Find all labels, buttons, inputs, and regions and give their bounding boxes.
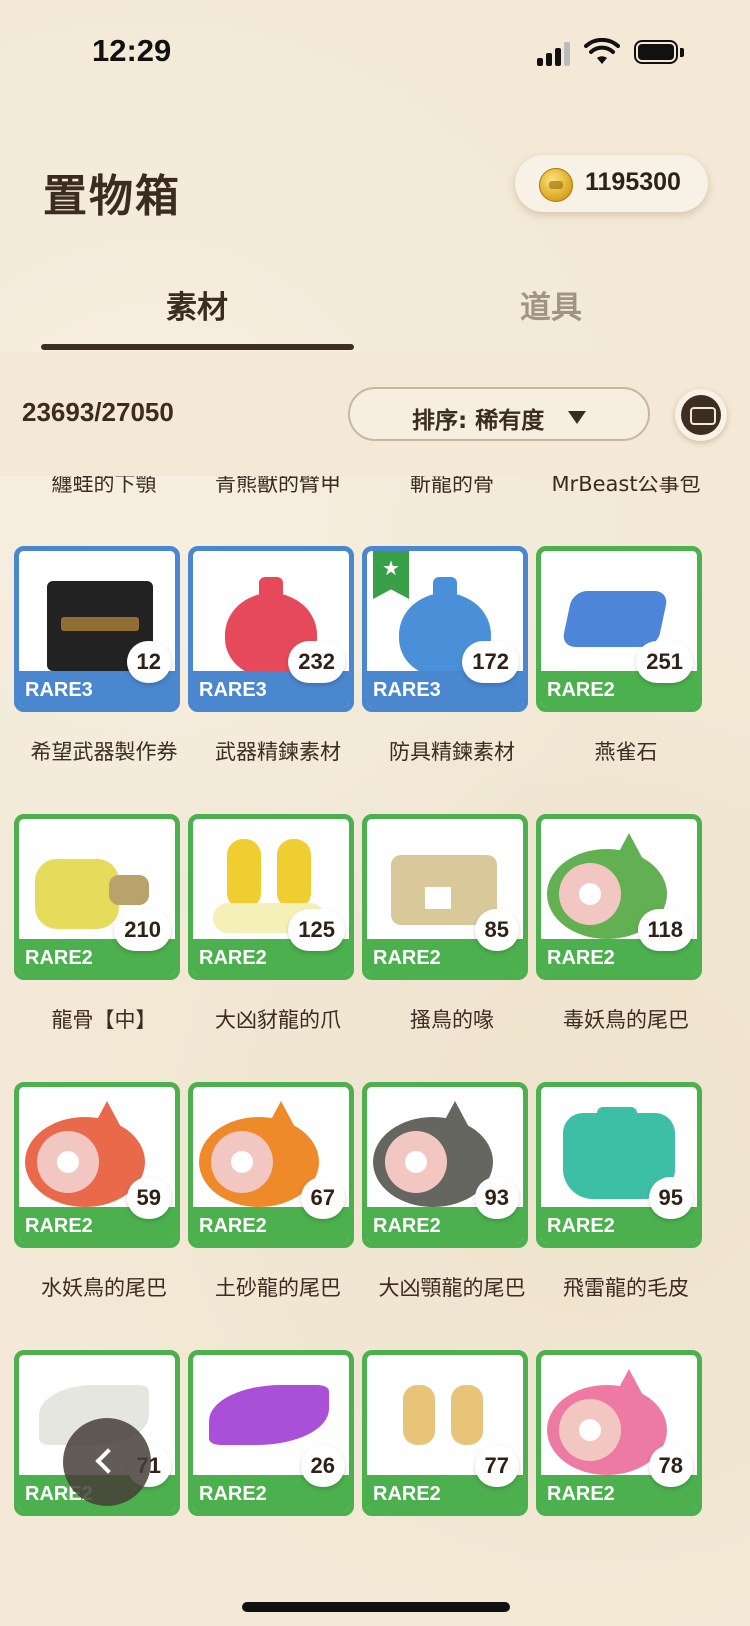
quantity-badge: 210 [114, 909, 171, 951]
home-indicator [242, 1602, 510, 1612]
rarity-label: RARE2 [199, 1483, 267, 1505]
caret-down-icon [568, 411, 586, 424]
rarity-label: RARE2 [373, 1215, 441, 1237]
item-name: 防具精鍊素材 [389, 740, 515, 764]
rarity-label: RARE3 [373, 679, 441, 701]
wifi-icon [584, 38, 620, 64]
rarity-label: RARE2 [547, 1483, 615, 1505]
item-tile[interactable]: RARE2 77 [362, 1350, 528, 1516]
quantity-badge: 67 [300, 1177, 345, 1219]
quantity-badge: 77 [474, 1445, 519, 1487]
rarity-label: RARE2 [373, 947, 441, 969]
rarity-label: RARE2 [199, 1215, 267, 1237]
item-tile[interactable]: RARE2 78 [536, 1350, 702, 1516]
item-name: MrBeast公事包 [551, 476, 701, 496]
status-time: 12:29 [92, 33, 172, 68]
chevron-left-icon [95, 1448, 121, 1474]
sort-dropdown[interactable]: 排序: 稀有度 [348, 387, 650, 441]
item-name: 青熊獸的臂甲 [215, 476, 341, 496]
item-name: 大凶豺龍的爪 [215, 1008, 341, 1032]
rarity-label: RARE2 [547, 679, 615, 701]
rarity-label: RARE2 [199, 947, 267, 969]
rarity-label: RARE2 [547, 947, 615, 969]
rarity-label: RARE2 [25, 947, 93, 969]
tab-items[interactable]: 道具 [520, 282, 582, 327]
page-title: 置物箱 [43, 171, 181, 222]
cellular-signal-icon [537, 42, 573, 66]
item-name: 飛雷龍的毛皮 [563, 1276, 689, 1300]
item-tile[interactable]: RARE2 85 [362, 814, 528, 980]
quantity-badge: 12 [126, 641, 171, 683]
quantity-badge: 93 [474, 1177, 519, 1219]
quantity-badge: 251 [636, 641, 693, 683]
sort-label: 排序: 稀有度 [412, 408, 545, 434]
rarity-label: RARE3 [25, 679, 93, 701]
item-name: 龍骨【中】 [51, 1008, 157, 1032]
item-name: 斬龍的骨 [410, 476, 494, 496]
quantity-badge: 125 [288, 909, 345, 951]
coin-balance[interactable]: 1195300 [515, 155, 708, 212]
item-tile[interactable]: RARE2 95 [536, 1082, 702, 1248]
rarity-label: RARE3 [199, 679, 267, 701]
item-tile[interactable]: ★ RARE3 172 [362, 546, 528, 712]
quantity-badge: 95 [648, 1177, 693, 1219]
item-tile[interactable]: RARE3 232 [188, 546, 354, 712]
item-name: 搔鳥的喙 [410, 1008, 494, 1032]
active-tab-indicator [41, 344, 354, 350]
item-tile[interactable]: RARE2 118 [536, 814, 702, 980]
item-name: 大凶顎龍的尾巴 [378, 1276, 526, 1300]
rarity-label: RARE2 [25, 1215, 93, 1237]
item-name: 纏蛙的下顎 [51, 476, 157, 496]
quantity-badge: 59 [126, 1177, 171, 1219]
quantity-badge: 118 [637, 909, 693, 951]
quantity-badge: 26 [300, 1445, 345, 1487]
back-button[interactable] [63, 1418, 151, 1506]
item-tile[interactable]: RARE2 93 [362, 1082, 528, 1248]
item-name: 土砂龍的尾巴 [215, 1276, 341, 1300]
item-tile[interactable]: RARE2 26 [188, 1350, 354, 1516]
status-bar: 12:29 [0, 0, 750, 100]
item-tile[interactable]: RARE3 12 [14, 546, 180, 712]
quantity-badge: 232 [288, 641, 345, 683]
battery-icon [634, 40, 684, 66]
quantity-badge: 78 [648, 1445, 693, 1487]
item-name: 水妖鳥的尾巴 [41, 1276, 167, 1300]
coin-icon [539, 168, 573, 202]
coin-amount: 1195300 [585, 168, 681, 196]
filter-button[interactable] [675, 389, 727, 441]
rarity-label: RARE2 [547, 1215, 615, 1237]
item-name: 燕雀石 [594, 740, 658, 764]
item-tile[interactable]: RARE2 125 [188, 814, 354, 980]
item-name: 毒妖鳥的尾巴 [563, 1008, 689, 1032]
quantity-badge: 172 [462, 641, 519, 683]
item-tile[interactable]: RARE2 210 [14, 814, 180, 980]
item-name: 武器精鍊素材 [215, 740, 341, 764]
item-tile[interactable]: RARE2 59 [14, 1082, 180, 1248]
monster-filter-icon [681, 395, 721, 435]
item-name: 希望武器製作券 [30, 740, 178, 764]
storage-count: 23693/27050 [22, 397, 174, 427]
item-tile[interactable]: RARE2 251 [536, 546, 702, 712]
item-tile[interactable]: RARE2 67 [188, 1082, 354, 1248]
rarity-label: RARE2 [373, 1483, 441, 1505]
quantity-badge: 85 [474, 909, 519, 951]
tab-materials[interactable]: 素材 [166, 282, 228, 327]
